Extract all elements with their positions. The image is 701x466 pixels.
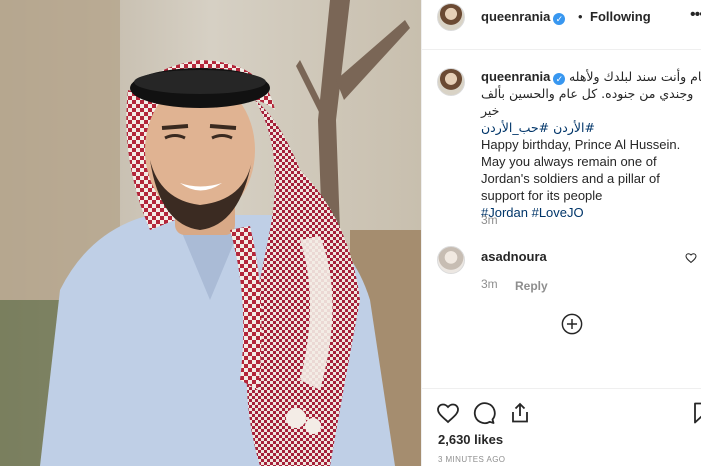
- caption-username[interactable]: queenrania ✓: [481, 69, 566, 85]
- caption-arabic-hashtag[interactable]: #الأردن #حب_الأردن: [481, 119, 699, 136]
- heart-icon[interactable]: [685, 252, 697, 264]
- caption-time[interactable]: 3m: [481, 213, 498, 227]
- posted-time[interactable]: 3 MINUTES AGO: [438, 455, 505, 464]
- caption-hashtags[interactable]: #Jordan #LoveJO: [481, 204, 699, 221]
- separator-dot: •: [578, 9, 583, 24]
- verified-badge-icon: ✓: [553, 73, 566, 85]
- post-header: queenrania✓ • Following •••: [422, 0, 701, 50]
- reply-button[interactable]: Reply: [515, 279, 548, 293]
- caption-english: Happy birthday, Prince Al Hussein. May y…: [481, 137, 681, 203]
- post-image: [0, 0, 421, 466]
- likes-count[interactable]: 2,630 likes: [438, 432, 503, 447]
- avatar[interactable]: [437, 68, 465, 96]
- caption-arabic-line1: كل عام وأنت سند لبلدك ولأهله: [568, 69, 701, 84]
- post-actions: 2,630 likes 3 MINUTES AGO: [422, 388, 701, 466]
- post-photo[interactable]: [0, 0, 421, 466]
- load-more-comments-icon[interactable]: [561, 313, 583, 335]
- caption-body: queenrania✓ كل عام وأنت سند لبلدك ولأهله…: [481, 68, 701, 221]
- author-username[interactable]: queenrania ✓: [481, 9, 566, 25]
- share-icon[interactable]: [508, 401, 532, 425]
- avatar[interactable]: [437, 246, 465, 274]
- comment-username[interactable]: asadnoura: [481, 249, 547, 264]
- following-button[interactable]: Following: [590, 9, 651, 24]
- heart-icon[interactable]: [436, 401, 460, 425]
- avatar[interactable]: [437, 3, 465, 31]
- caption-arabic-line2: وجندي من جنوده. كل عام والحسين بألف خير: [481, 86, 694, 118]
- comment-icon[interactable]: [472, 401, 496, 425]
- verified-badge-icon: ✓: [553, 13, 566, 25]
- post-detail-panel: queenrania✓ • Following ••• queenrania✓ …: [421, 0, 701, 466]
- bookmark-icon[interactable]: [690, 401, 701, 425]
- comment-time[interactable]: 3m: [481, 277, 498, 291]
- ellipsis-icon[interactable]: •••: [690, 6, 701, 24]
